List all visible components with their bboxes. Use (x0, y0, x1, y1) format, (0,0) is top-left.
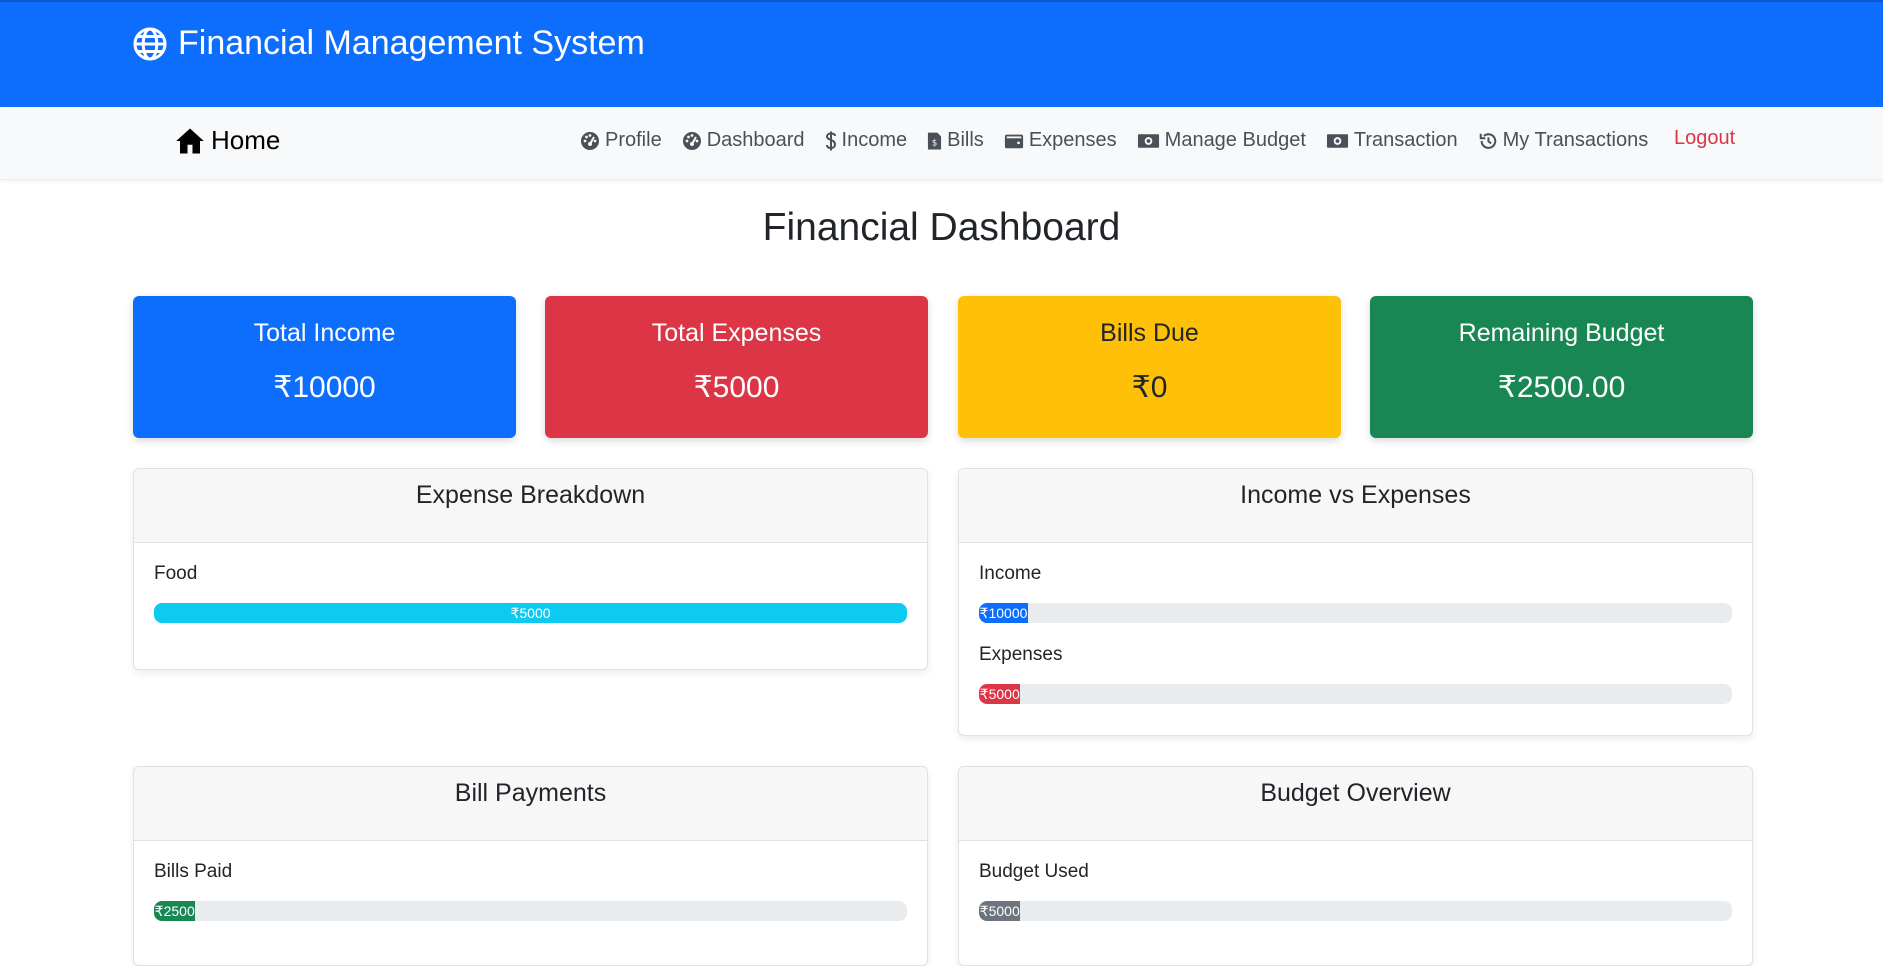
category-label: Food (154, 563, 198, 584)
brand[interactable]: Financial Management System (132, 24, 645, 63)
globe-icon (133, 27, 167, 60)
progress-bar: ₹5000 (154, 603, 907, 623)
home-link[interactable]: Home (175, 125, 280, 156)
wallet-icon (1004, 134, 1023, 148)
progress-bar: ₹5000 (979, 901, 1021, 921)
nav-label: Income (841, 129, 908, 151)
stat-card-bills-due: Bills Due ₹0 (958, 296, 1341, 438)
nav-label: Profile (605, 129, 662, 151)
progress-track: ₹10000 (979, 603, 1732, 623)
stat-label: Remaining Budget (1458, 319, 1665, 347)
dollar-icon (825, 131, 836, 150)
stat-value: ₹5000 (693, 371, 780, 404)
nav-item-profile[interactable]: Profile (580, 129, 662, 152)
stat-card-total-income: Total Income ₹10000 (133, 296, 516, 438)
progress-track: ₹5000 (154, 603, 907, 623)
bill-icon: $ (928, 132, 942, 149)
nav-label: Manage Budget (1164, 129, 1306, 151)
progress-bar: ₹2500 (154, 901, 196, 921)
svg-text:$: $ (932, 137, 937, 147)
dashboard-gauge-icon (682, 131, 701, 150)
stat-value: ₹10000 (273, 371, 376, 404)
income-label: Income (979, 563, 1042, 584)
nav-item-income[interactable]: Income (825, 129, 908, 152)
nav-label: Bills (947, 129, 984, 151)
money-bill-icon (1326, 133, 1348, 148)
expenses-label: Expenses (979, 644, 1063, 665)
dashboard-gauge-icon (581, 131, 599, 150)
navbar: Home Profile Dashboard Income $ Bills Ex… (0, 107, 1883, 180)
app-title: Financial Management System (178, 24, 645, 62)
progress-track: ₹5000 (979, 684, 1732, 704)
expense-breakdown-panel: Expense Breakdown Food ₹5000 (133, 468, 928, 670)
nav-item-transaction[interactable]: Transaction (1326, 129, 1458, 152)
stat-label: Bills Due (1100, 319, 1199, 347)
home-label: Home (211, 125, 281, 155)
nav-item-expenses[interactable]: Expenses (1004, 129, 1117, 152)
nav-label: Dashboard (706, 129, 805, 151)
panel-title: Bill Payments (134, 767, 927, 841)
bill-payments-panel: Bill Payments Bills Paid ₹2500 (133, 766, 928, 966)
page-title: Financial Dashboard (762, 206, 1121, 249)
progress-track: ₹2500 (154, 901, 907, 921)
nav-label: My Transactions (1502, 129, 1649, 151)
progress-bar: ₹5000 (979, 684, 1021, 704)
stat-value: ₹2500.00 (1497, 371, 1626, 404)
bills-paid-label: Bills Paid (154, 861, 233, 882)
nav-item-my-transactions[interactable]: My Transactions (1478, 129, 1649, 152)
progress-track: ₹5000 (979, 901, 1732, 921)
budget-used-label: Budget Used (979, 861, 1089, 882)
panel-title: Expense Breakdown (134, 469, 927, 543)
nav-item-bills[interactable]: $ Bills (927, 129, 984, 152)
stat-label: Total Income (253, 319, 396, 347)
stat-card-remaining-budget: Remaining Budget ₹2500.00 (1370, 296, 1753, 438)
home-icon (176, 128, 204, 153)
stat-card-total-expenses: Total Expenses ₹5000 (545, 296, 928, 438)
panel-title: Budget Overview (959, 767, 1752, 841)
nav-label: Transaction (1353, 129, 1458, 151)
budget-overview-panel: Budget Overview Budget Used ₹5000 (958, 766, 1753, 966)
logout-link[interactable]: Logout (1674, 127, 1735, 150)
progress-bar: ₹10000 (979, 603, 1028, 623)
nav-item-dashboard[interactable]: Dashboard (682, 129, 805, 152)
stat-label: Total Expenses (651, 319, 822, 347)
stat-value: ₹0 (1131, 371, 1168, 404)
header-bar: Financial Management System (0, 0, 1883, 107)
nav-menu: Profile Dashboard Income $ Bills Expense… (580, 129, 1648, 152)
nav-label: Expenses (1028, 129, 1117, 151)
money-bill-icon (1137, 133, 1159, 148)
history-icon (1479, 132, 1496, 149)
income-vs-expenses-panel: Income vs Expenses Income ₹10000 Expense… (958, 468, 1753, 736)
panel-title: Income vs Expenses (959, 469, 1752, 543)
nav-item-manage-budget[interactable]: Manage Budget (1137, 129, 1306, 152)
